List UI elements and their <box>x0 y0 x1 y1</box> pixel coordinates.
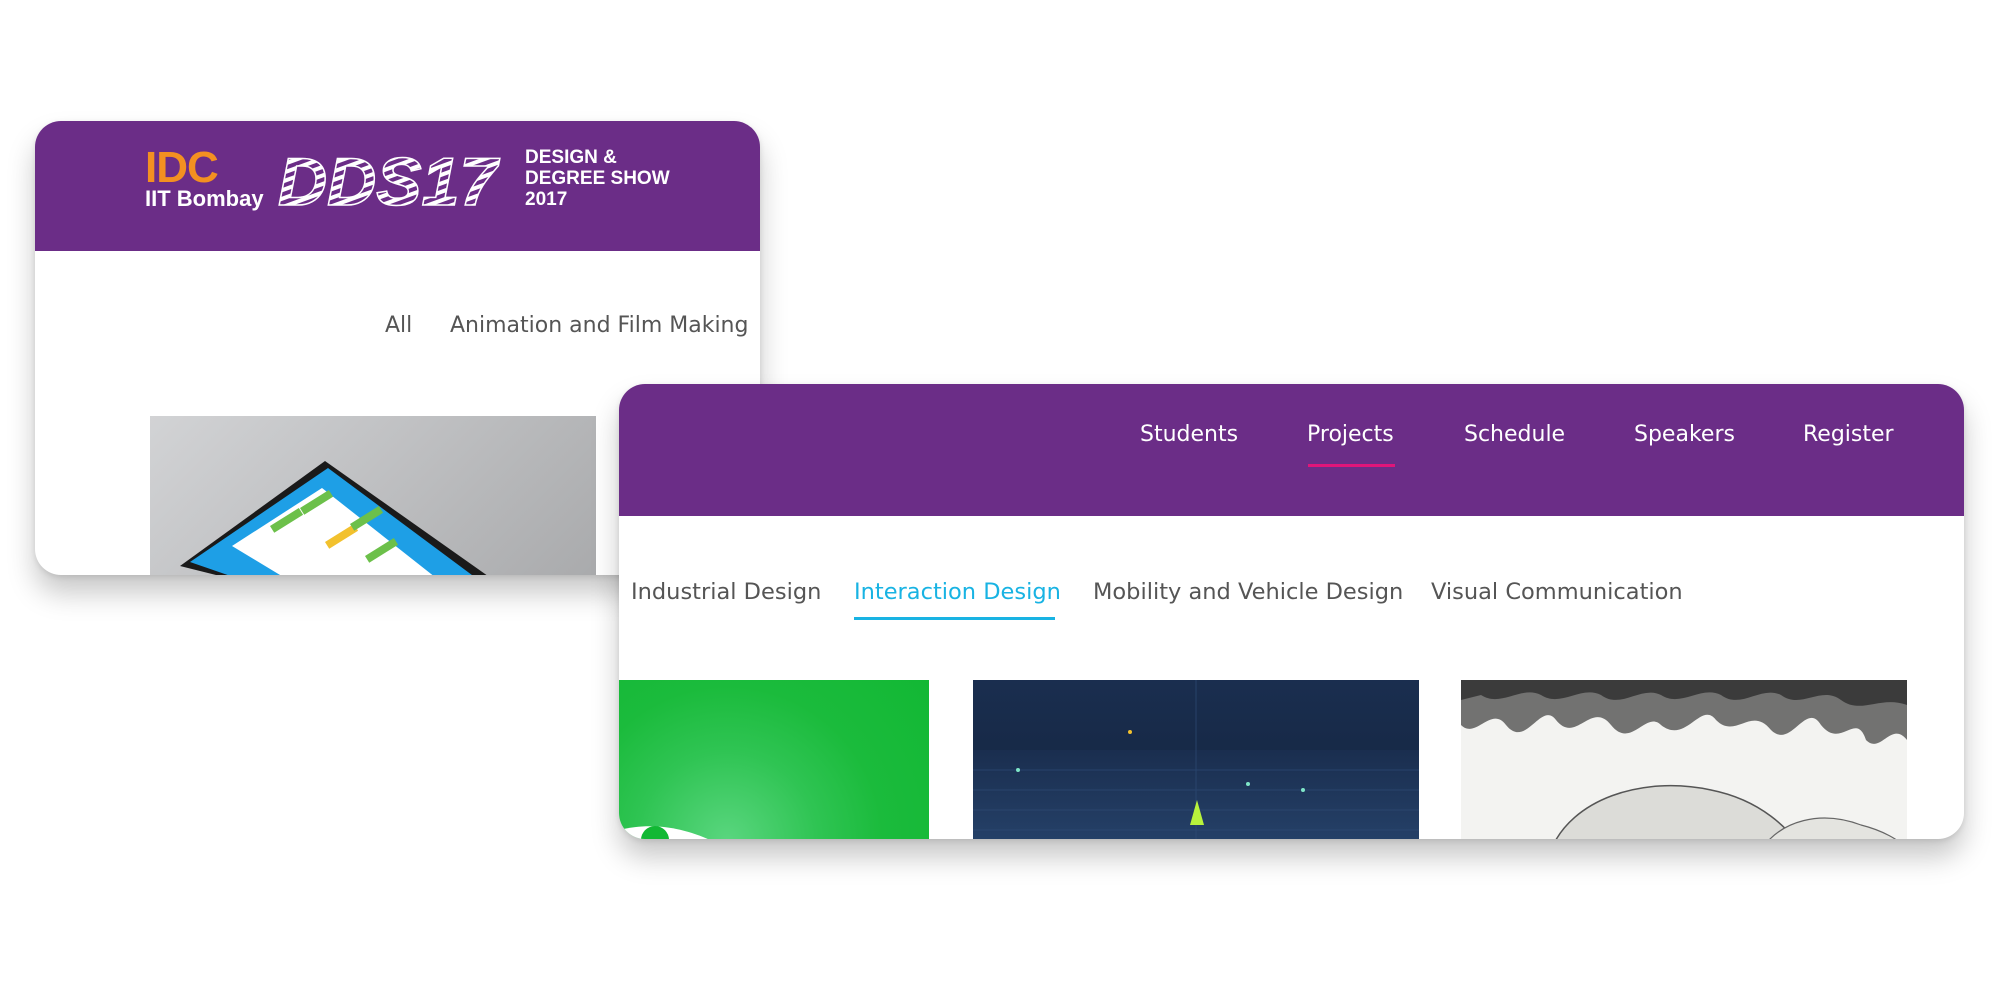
tablet-app-image <box>180 461 487 575</box>
category-interaction-design[interactable]: Interaction Design <box>854 579 1061 605</box>
event-line-3: 2017 <box>525 189 568 210</box>
nav-students[interactable]: Students <box>1140 422 1238 447</box>
project-thumbnail-dark[interactable] <box>973 680 1419 839</box>
category-active-indicator <box>854 617 1055 620</box>
event-title: DESIGN & DEGREE SHOW 2017 <box>525 147 670 210</box>
front-window: Students Projects Schedule Speakers Regi… <box>619 384 1964 839</box>
filter-animation-film[interactable]: Animation and Film Making <box>450 313 748 338</box>
filter-all[interactable]: All <box>385 313 412 338</box>
event-line-2: DEGREE SHOW <box>525 168 670 189</box>
nav-register[interactable]: Register <box>1803 422 1894 447</box>
green-chat-image <box>619 826 708 839</box>
project-thumbnail-ink[interactable] <box>1461 680 1907 839</box>
category-filter: All Animation and Film Making <box>35 313 760 353</box>
dds17-logo-icon[interactable]: DDS17 <box>278 147 508 211</box>
svg-text:DDS17: DDS17 <box>278 147 500 211</box>
project-thumbnail[interactable] <box>150 416 596 575</box>
category-mobility-vehicle-design[interactable]: Mobility and Vehicle Design <box>1093 579 1403 605</box>
nav-active-indicator <box>1308 464 1395 467</box>
nav-projects[interactable]: Projects <box>1307 422 1394 447</box>
category-visual-communication[interactable]: Visual Communication <box>1431 579 1683 605</box>
project-thumbnail-green[interactable] <box>619 680 929 839</box>
ink-landscape-image <box>1461 680 1907 839</box>
dark-3d-grid-image <box>973 680 1419 839</box>
iit-bombay-text: IIT Bombay <box>145 186 264 211</box>
event-line-1: DESIGN & <box>525 147 617 168</box>
nav-speakers[interactable]: Speakers <box>1634 422 1735 447</box>
site-header: IDC IIT Bombay DDS17 DESIGN & DEGREE SHO… <box>35 121 760 251</box>
nav-schedule[interactable]: Schedule <box>1464 422 1565 447</box>
category-industrial-design[interactable]: Industrial Design <box>631 579 821 605</box>
site-header-nav: Students Projects Schedule Speakers Regi… <box>619 384 1964 516</box>
